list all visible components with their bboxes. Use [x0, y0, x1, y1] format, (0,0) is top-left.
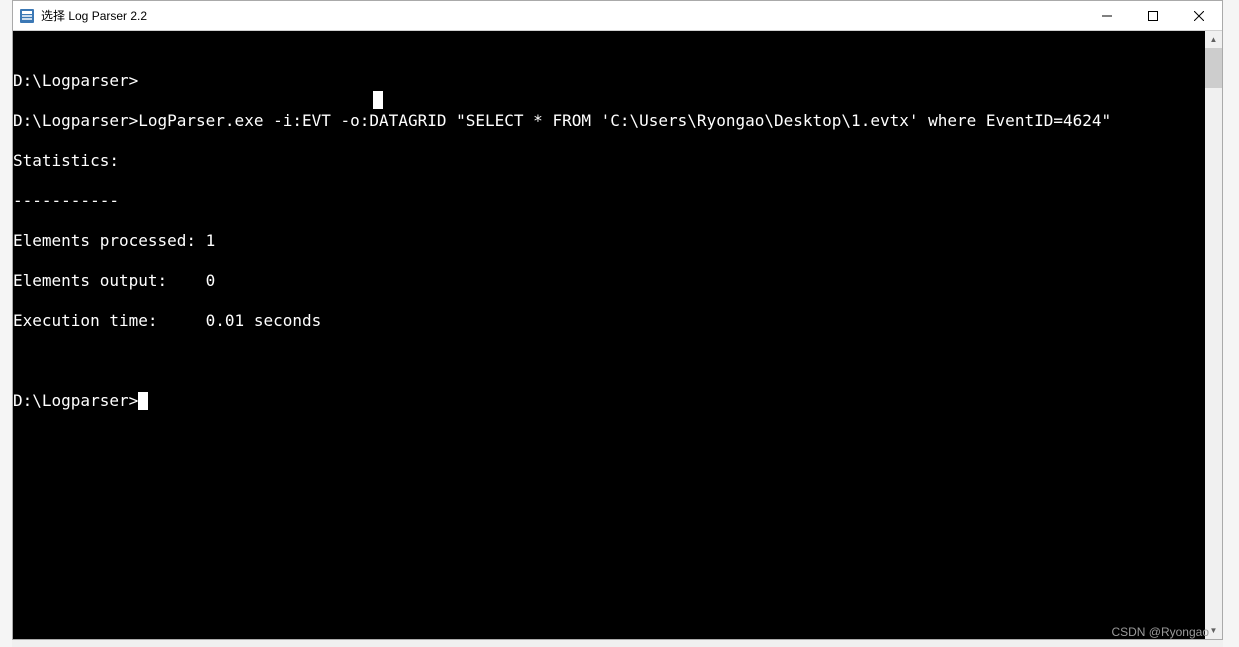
minimize-button[interactable] — [1084, 1, 1130, 31]
terminal-line: D:\Logparser>LogParser.exe -i:EVT -o:DAT… — [13, 111, 1205, 131]
console-window: 选择 Log Parser 2.2 D:\Logparser> D:\Logpa… — [12, 0, 1223, 640]
terminal-line: ----------- — [13, 191, 1205, 211]
window-title: 选择 Log Parser 2.2 — [41, 7, 147, 24]
selection-cursor — [373, 91, 383, 109]
terminal-container: D:\Logparser> D:\Logparser>LogParser.exe… — [13, 31, 1222, 639]
background-right-sidebar — [1223, 0, 1239, 647]
terminal-line: Elements processed: 1 — [13, 231, 1205, 251]
scroll-thumb[interactable] — [1205, 48, 1222, 88]
terminal-prompt-line: D:\Logparser> — [13, 391, 1205, 411]
terminal-line: Elements output: 0 — [13, 271, 1205, 291]
terminal[interactable]: D:\Logparser> D:\Logparser>LogParser.exe… — [13, 31, 1205, 639]
terminal-cursor — [138, 392, 148, 410]
close-button[interactable] — [1176, 1, 1222, 31]
watermark: CSDN @Ryongao — [1111, 625, 1209, 639]
title-bar[interactable]: 选择 Log Parser 2.2 — [13, 1, 1222, 31]
background-left-sidebar — [0, 0, 12, 647]
maximize-button[interactable] — [1130, 1, 1176, 31]
window-controls — [1084, 1, 1222, 31]
terminal-line: Execution time: 0.01 seconds — [13, 311, 1205, 331]
terminal-line: D:\Logparser> — [13, 71, 1205, 91]
vertical-scrollbar[interactable]: ▲ ▼ — [1205, 31, 1222, 639]
stats-header: Statistics: — [13, 151, 119, 170]
scroll-track[interactable] — [1205, 48, 1222, 622]
terminal-prompt: D:\Logparser> — [13, 391, 138, 410]
terminal-line: Statistics: — [13, 151, 1205, 171]
scroll-up-arrow[interactable]: ▲ — [1205, 31, 1222, 48]
app-icon — [19, 8, 35, 24]
